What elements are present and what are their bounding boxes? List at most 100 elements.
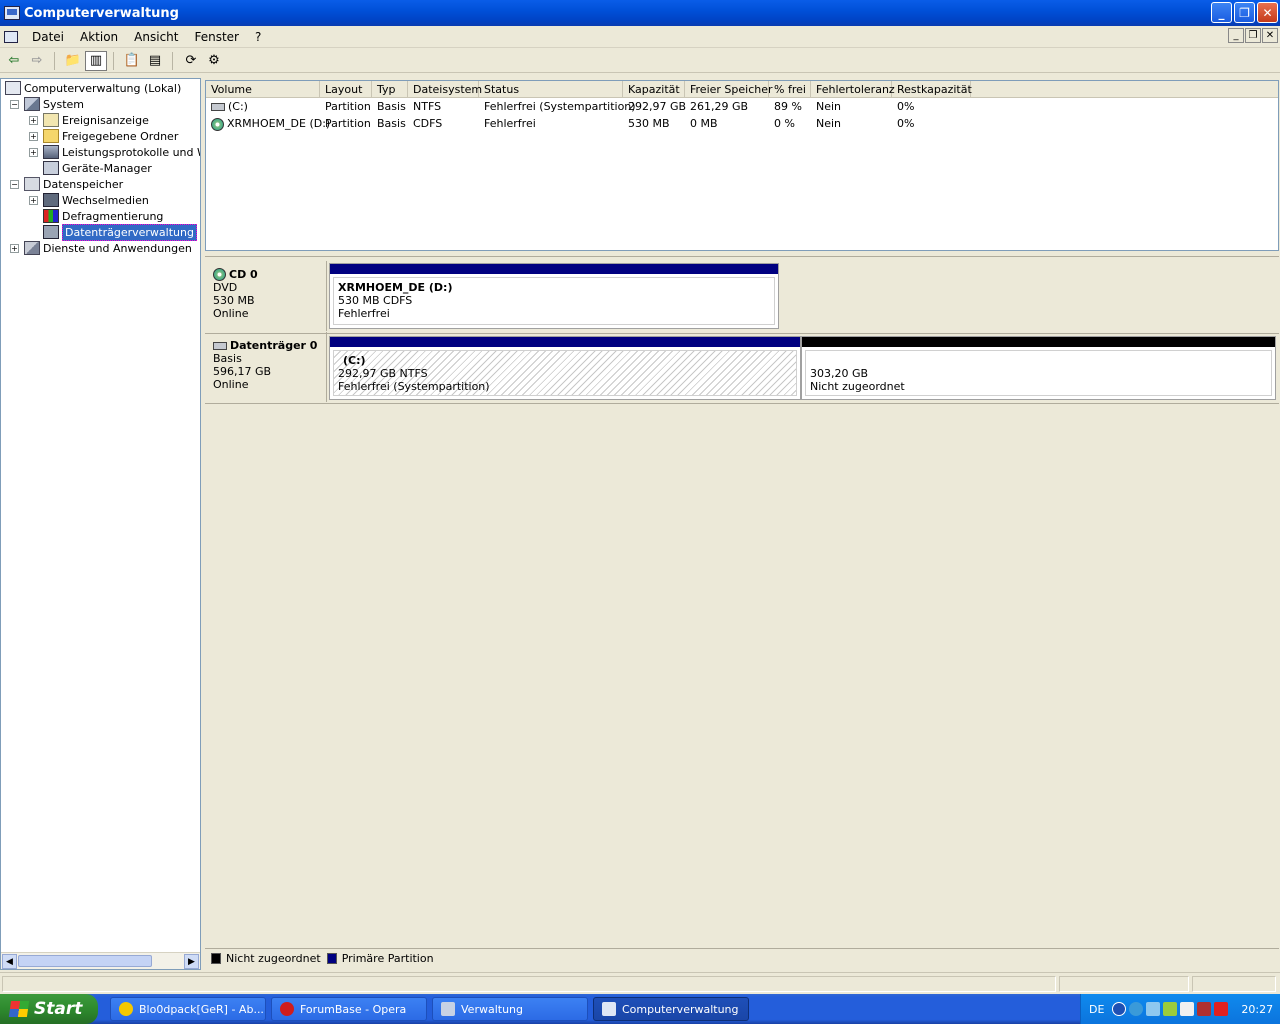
disk-state: Online — [213, 307, 249, 320]
windows-logo-icon — [8, 1001, 30, 1017]
tree-item-defragmentierung[interactable]: Defragmentierung — [43, 208, 163, 224]
volume-icon[interactable] — [1146, 1002, 1161, 1016]
taskbar-button-chat[interactable]: Blo0dpack[GeR] - Ab... — [110, 997, 266, 1021]
start-button[interactable]: Start — [0, 994, 98, 1024]
disk-name-row: CD 0 — [213, 268, 326, 281]
menu-ansicht[interactable]: Ansicht — [126, 30, 186, 44]
disk-state: Online — [213, 378, 249, 391]
filesystem-cell: CDFS — [413, 117, 443, 130]
tree-item-leistungsprotokolle[interactable]: Leistungsprotokolle und War — [43, 144, 200, 160]
expand-wechselmedien-button[interactable]: + — [29, 196, 38, 205]
child-minimize-button[interactable]: _ — [1228, 28, 1244, 43]
forward-arrow-icon[interactable]: ⇨ — [26, 51, 48, 71]
expand-ereignisanzeige-button[interactable]: + — [29, 116, 38, 125]
column-header-layout[interactable]: Layout — [320, 81, 372, 98]
scroll-left-icon[interactable]: ◀ — [2, 954, 17, 969]
unallocated-space[interactable]: 303,20 GB Nicht zugeordnet — [801, 336, 1276, 400]
network-globe-icon[interactable] — [1129, 1002, 1144, 1016]
taskbar: Start Blo0dpack[GeR] - Ab... ForumBase -… — [0, 994, 1280, 1024]
column-header-typ[interactable]: Typ — [372, 81, 408, 98]
taskbar-button-computerverwaltung[interactable]: Computerverwaltung — [593, 997, 749, 1021]
language-indicator[interactable]: DE — [1089, 1003, 1104, 1016]
antivirus-icon[interactable] — [1197, 1002, 1212, 1016]
toolbar-separator — [54, 51, 55, 70]
legend-label-unallocated: Nicht zugeordnet — [226, 952, 321, 965]
connection-icon[interactable] — [1163, 1002, 1178, 1016]
disk-label-cd0[interactable]: CD 0 DVD 530 MB Online — [205, 261, 327, 331]
tree-item-label: Datenspeicher — [43, 177, 124, 191]
tree-item-root[interactable]: Computerverwaltung (Lokal) — [5, 80, 181, 96]
minimize-button[interactable]: _ — [1211, 2, 1232, 23]
tree-item-datenspeicher[interactable]: Datenspeicher — [24, 176, 123, 192]
settings-tray-icon[interactable] — [1180, 1002, 1195, 1016]
close-button[interactable]: ✕ — [1257, 2, 1278, 23]
column-header-volume[interactable]: Volume — [206, 81, 320, 98]
settings-icon[interactable]: ⚙ — [203, 51, 225, 71]
console-tree[interactable]: Computerverwaltung (Lokal) − System + Er… — [0, 78, 201, 970]
child-restore-button[interactable]: ❐ — [1245, 28, 1261, 43]
tree-item-system[interactable]: System — [24, 96, 84, 112]
table-row[interactable]: XRMHOEM_DE (D:) Partition Basis CDFS Feh… — [206, 115, 1278, 132]
menu-datei[interactable]: Datei — [24, 30, 72, 44]
filesystem-cell: NTFS — [413, 100, 442, 113]
tree-item-datentraegerverwaltung[interactable]: Datenträgerverwaltung — [43, 223, 197, 241]
tree-item-wechselmedien[interactable]: Wechselmedien — [43, 192, 149, 208]
column-header-kapazitaet[interactable]: Kapazität — [623, 81, 685, 98]
scroll-right-icon[interactable]: ▶ — [184, 954, 199, 969]
free-space-cell: 261,29 GB — [690, 100, 749, 113]
properties-icon[interactable]: 📋 — [121, 51, 143, 71]
clock[interactable]: 20:27 — [1241, 1003, 1273, 1016]
title-bar[interactable]: Computerverwaltung _ ❐ ✕ — [0, 0, 1280, 26]
taskbar-button-verwaltung[interactable]: Verwaltung — [432, 997, 588, 1021]
admin-tools-icon — [441, 1002, 455, 1016]
column-header-status[interactable]: Status — [479, 81, 623, 98]
child-close-button[interactable]: ✕ — [1262, 28, 1278, 43]
menu-fenster[interactable]: Fenster — [186, 30, 247, 44]
expand-leistungsprotokolle-button[interactable]: + — [29, 148, 38, 157]
menu-aktion[interactable]: Aktion — [72, 30, 126, 44]
overhead-cell: 0% — [897, 117, 915, 130]
tree-item-geraete-manager[interactable]: Geräte-Manager — [43, 160, 152, 176]
menu-help[interactable]: ? — [247, 30, 269, 44]
tree-item-freigegebene-ordner[interactable]: Freigegebene Ordner — [43, 128, 178, 144]
console-icon[interactable] — [4, 30, 18, 43]
partition-cd-d[interactable]: XRMHOEM_DE (D:) 530 MB CDFS Fehlerfrei — [329, 263, 779, 329]
tree-item-label: Dienste und Anwendungen — [43, 241, 192, 255]
security-icon[interactable] — [1214, 1002, 1229, 1016]
fault-tolerance-cell: Nein — [816, 117, 842, 130]
help-icon[interactable]: ▤ — [144, 51, 166, 71]
show-hide-tree-icon[interactable]: ▥ — [85, 50, 107, 71]
partition-c[interactable]: (C:) 292,97 GB NTFS Fehlerfrei (Systempa… — [329, 336, 801, 400]
disk-separator — [205, 403, 1279, 404]
list-header: Volume Layout Typ Dateisystem Status Kap… — [206, 81, 1278, 98]
expand-dienste-button[interactable]: + — [10, 244, 19, 253]
tree-item-ereignisanzeige[interactable]: Ereignisanzeige — [43, 112, 149, 128]
refresh-icon[interactable]: ⟳ — [180, 51, 202, 71]
chevron-left-icon[interactable] — [1112, 1002, 1127, 1016]
taskbar-button-label: Blo0dpack[GeR] - Ab... — [139, 1002, 264, 1016]
collapse-system-button[interactable]: − — [10, 100, 19, 109]
back-arrow-icon[interactable]: ⇦ — [3, 51, 25, 71]
volume-list[interactable]: Volume Layout Typ Dateisystem Status Kap… — [205, 80, 1279, 251]
table-row[interactable]: (C:) Partition Basis NTFS Fehlerfrei (Sy… — [206, 98, 1278, 115]
scroll-thumb[interactable] — [18, 955, 152, 967]
taskbar-button-label: ForumBase - Opera — [300, 1002, 407, 1016]
up-folder-icon[interactable]: 📁 — [62, 51, 84, 71]
disk-graphical-view: CD 0 DVD 530 MB Online XRMHOEM_DE (D:) 5… — [205, 256, 1279, 946]
tree-horizontal-scrollbar[interactable]: ◀ ▶ — [1, 952, 200, 969]
restore-button[interactable]: ❐ — [1234, 2, 1255, 23]
disk-size: 596,17 GB — [213, 365, 272, 378]
disk-label-disk0[interactable]: Datenträger 0 Basis 596,17 GB Online — [205, 332, 327, 402]
tree-item-dienste[interactable]: Dienste und Anwendungen — [24, 240, 192, 256]
column-header-restkapazitaet[interactable]: Restkapazität — [892, 81, 972, 98]
column-header-prozent-frei[interactable]: % frei — [769, 81, 811, 98]
percent-free-cell: 0 % — [774, 117, 795, 130]
collapse-datenspeicher-button[interactable]: − — [10, 180, 19, 189]
status-cell: Fehlerfrei (Systempartition) — [484, 100, 636, 113]
expand-freigegebene-ordner-button[interactable]: + — [29, 132, 38, 141]
taskbar-button-opera[interactable]: ForumBase - Opera — [271, 997, 427, 1021]
column-header-fehlertoleranz[interactable]: Fehlertoleranz — [811, 81, 895, 98]
tree-item-label: Freigegebene Ordner — [62, 129, 179, 143]
column-header-freier-speicher[interactable]: Freier Speicher — [685, 81, 773, 98]
column-header-dateisystem[interactable]: Dateisystem — [408, 81, 482, 98]
